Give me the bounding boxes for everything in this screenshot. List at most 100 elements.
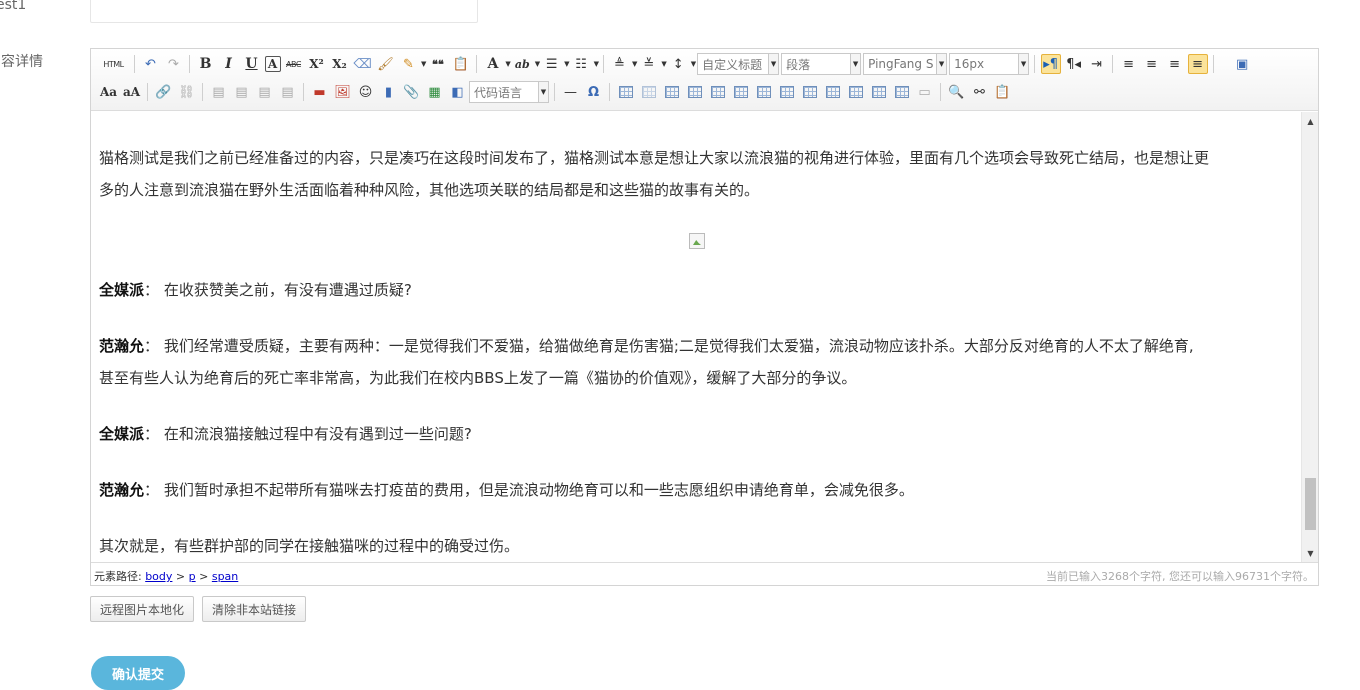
split-to-rows-icon[interactable]: [869, 82, 889, 102]
insert-col-icon[interactable]: [731, 82, 751, 102]
last-line: 其次就是，有些群护部的同学在接触猫咪的过程中的确受过伤。: [99, 537, 520, 555]
ltr-direction-icon[interactable]: ▸¶: [1040, 54, 1061, 74]
rowspacing-top-icon[interactable]: ≜: [609, 54, 629, 74]
scrollbar-thumb[interactable]: [1305, 478, 1316, 530]
align-justify-icon[interactable]: ≡: [1187, 54, 1208, 74]
insert-table-icon[interactable]: [616, 82, 636, 102]
drafts-icon[interactable]: 📋: [993, 82, 1013, 102]
charts-icon[interactable]: ▭: [915, 82, 935, 102]
localize-images-button[interactable]: 远程图片本地化: [90, 596, 194, 622]
image-center-icon[interactable]: ▤: [278, 82, 298, 102]
bold-button[interactable]: B: [196, 54, 216, 74]
delete-row-icon[interactable]: [708, 82, 728, 102]
insert-image-icon[interactable]: 🖼: [333, 82, 353, 102]
chevron-down-icon[interactable]: ▼: [691, 60, 696, 68]
chevron-down-icon[interactable]: ▼: [564, 60, 569, 68]
indent-icon[interactable]: ⇥: [1087, 54, 1107, 74]
broken-image-icon[interactable]: [689, 233, 705, 249]
chevron-down-icon[interactable]: ▼: [632, 60, 637, 68]
italic-button[interactable]: I: [219, 54, 239, 74]
horizontal-rule-button[interactable]: —: [561, 82, 581, 102]
fontborder-button[interactable]: A: [264, 56, 281, 72]
attachment-icon[interactable]: 📎: [402, 82, 422, 102]
scroll-down-icon[interactable]: ▼: [1302, 546, 1319, 560]
redo-icon[interactable]: ↷: [164, 54, 184, 74]
paste-plain-icon[interactable]: 📋: [451, 54, 471, 74]
format-brush-icon[interactable]: 🖌: [376, 54, 396, 74]
rowspacing-bottom-icon[interactable]: ≚: [639, 54, 659, 74]
image-float-left-icon[interactable]: ▤: [232, 82, 252, 102]
simple-upload-icon[interactable]: ▬: [310, 82, 330, 102]
unlink-icon[interactable]: ⛓: [177, 82, 197, 102]
ordered-list-icon[interactable]: ☰: [542, 54, 562, 74]
insert-video-icon[interactable]: ▮: [379, 82, 399, 102]
chevron-down-icon: ▼: [936, 54, 947, 74]
unordered-list-icon[interactable]: ☷: [571, 54, 591, 74]
title-input[interactable]: [90, 0, 478, 23]
align-center-icon[interactable]: ≡: [1142, 54, 1162, 74]
rtl-direction-icon[interactable]: ¶◂: [1064, 54, 1084, 74]
emotion-icon[interactable]: ☺: [356, 82, 376, 102]
editor-content-area[interactable]: 猫格测试是我们之前已经准备过的内容，只是凑巧在这段时间发布了，猫格测试本意是想让…: [91, 112, 1302, 562]
heading-select[interactable]: 自定义标题 ▼: [697, 53, 780, 75]
paragraph-select[interactable]: 段落 ▼: [781, 53, 862, 75]
map-icon[interactable]: ▦: [425, 82, 445, 102]
chevron-down-icon[interactable]: ▼: [421, 60, 426, 68]
path-span-link[interactable]: span: [212, 570, 238, 583]
submit-button[interactable]: 确认提交: [91, 656, 185, 690]
merge-right-icon[interactable]: [800, 82, 820, 102]
html-source-button[interactable]: HTML: [99, 54, 129, 74]
editor-scrollbar[interactable]: ▲ ▼: [1301, 112, 1318, 562]
speaker-separator: ：: [144, 337, 160, 355]
forecolor-button[interactable]: A: [483, 54, 503, 74]
merge-down-icon[interactable]: [823, 82, 843, 102]
split-to-cols-icon[interactable]: [892, 82, 912, 102]
scroll-up-icon[interactable]: ▲: [1302, 114, 1319, 128]
code-language-select[interactable]: 代码语言 ▼: [469, 81, 549, 103]
insert-paragraph-before-table-icon[interactable]: [662, 82, 682, 102]
font-size-select[interactable]: 16px ▼: [949, 53, 1030, 75]
search-replace-icon[interactable]: ⚯: [970, 82, 990, 102]
chevron-down-icon[interactable]: ▼: [661, 60, 666, 68]
underline-button[interactable]: U: [242, 54, 262, 74]
delete-col-icon[interactable]: [754, 82, 774, 102]
path-p-link[interactable]: p: [189, 570, 196, 583]
chevron-down-icon[interactable]: ▼: [505, 60, 510, 68]
font-family-select[interactable]: PingFang S ▼: [863, 53, 948, 75]
tolowercase-icon[interactable]: aA: [122, 82, 142, 102]
speaker-separator: ：: [144, 425, 160, 443]
autotypeset-icon[interactable]: ✎: [399, 54, 419, 74]
path-body-link[interactable]: body: [145, 570, 172, 583]
eraser-icon[interactable]: ⌫: [353, 54, 373, 74]
touppercase-icon[interactable]: Aa: [99, 82, 119, 102]
lineheight-icon[interactable]: ↕: [668, 54, 688, 74]
preview-icon[interactable]: 🔍: [947, 82, 967, 102]
insert-code-icon[interactable]: ◧: [448, 82, 468, 102]
qa-line-continued: 甚至有些人认为绝育后的死亡率非常高，为此我们在校内BBS上发了一篇《猫协的价值观…: [99, 369, 857, 387]
undo-icon[interactable]: ↶: [141, 54, 161, 74]
delete-table-icon[interactable]: [639, 82, 659, 102]
fullscreen-icon[interactable]: ▣: [1232, 54, 1252, 74]
clear-external-links-button[interactable]: 清除非本站链接: [202, 596, 306, 622]
chevron-down-icon[interactable]: ▼: [535, 60, 540, 68]
align-left-icon[interactable]: ≡: [1119, 54, 1139, 74]
insert-row-icon[interactable]: [685, 82, 705, 102]
image-float-none-icon[interactable]: ▤: [209, 82, 229, 102]
backcolor-button[interactable]: ab: [512, 54, 532, 74]
strikethrough-button[interactable]: ABC: [284, 54, 304, 74]
subscript-button[interactable]: X₂: [330, 54, 350, 74]
merge-cells-icon[interactable]: [777, 82, 797, 102]
link-icon[interactable]: 🔗: [154, 82, 174, 102]
paragraph-select-value: 段落: [786, 57, 811, 72]
toolbar-row-1: HTML ↶ ↷ B I U A ABC X² X₂ ⌫ 🖌 ✎ ▼ ❝❝ 📋 A…: [97, 51, 1254, 77]
qa-line: 范瀚允： 我们经常遭受质疑，主要有两种：一是觉得我们不爱猫，给猫做绝育是伤害猫;…: [99, 330, 1299, 362]
blockquote-button[interactable]: ❝❝: [428, 54, 448, 74]
special-char-button[interactable]: Ω: [584, 82, 604, 102]
chevron-down-icon[interactable]: ▼: [594, 60, 599, 68]
split-to-cells-icon[interactable]: [846, 82, 866, 102]
toolbar-separator: [476, 55, 478, 73]
intro-line-2: 多的人注意到流浪猫在野外生活面临着种种风险，其他选项关联的结局都是和这些猫的故事…: [99, 181, 760, 199]
align-right-icon[interactable]: ≡: [1165, 54, 1185, 74]
superscript-button[interactable]: X²: [307, 54, 327, 74]
image-float-right-icon[interactable]: ▤: [255, 82, 275, 102]
